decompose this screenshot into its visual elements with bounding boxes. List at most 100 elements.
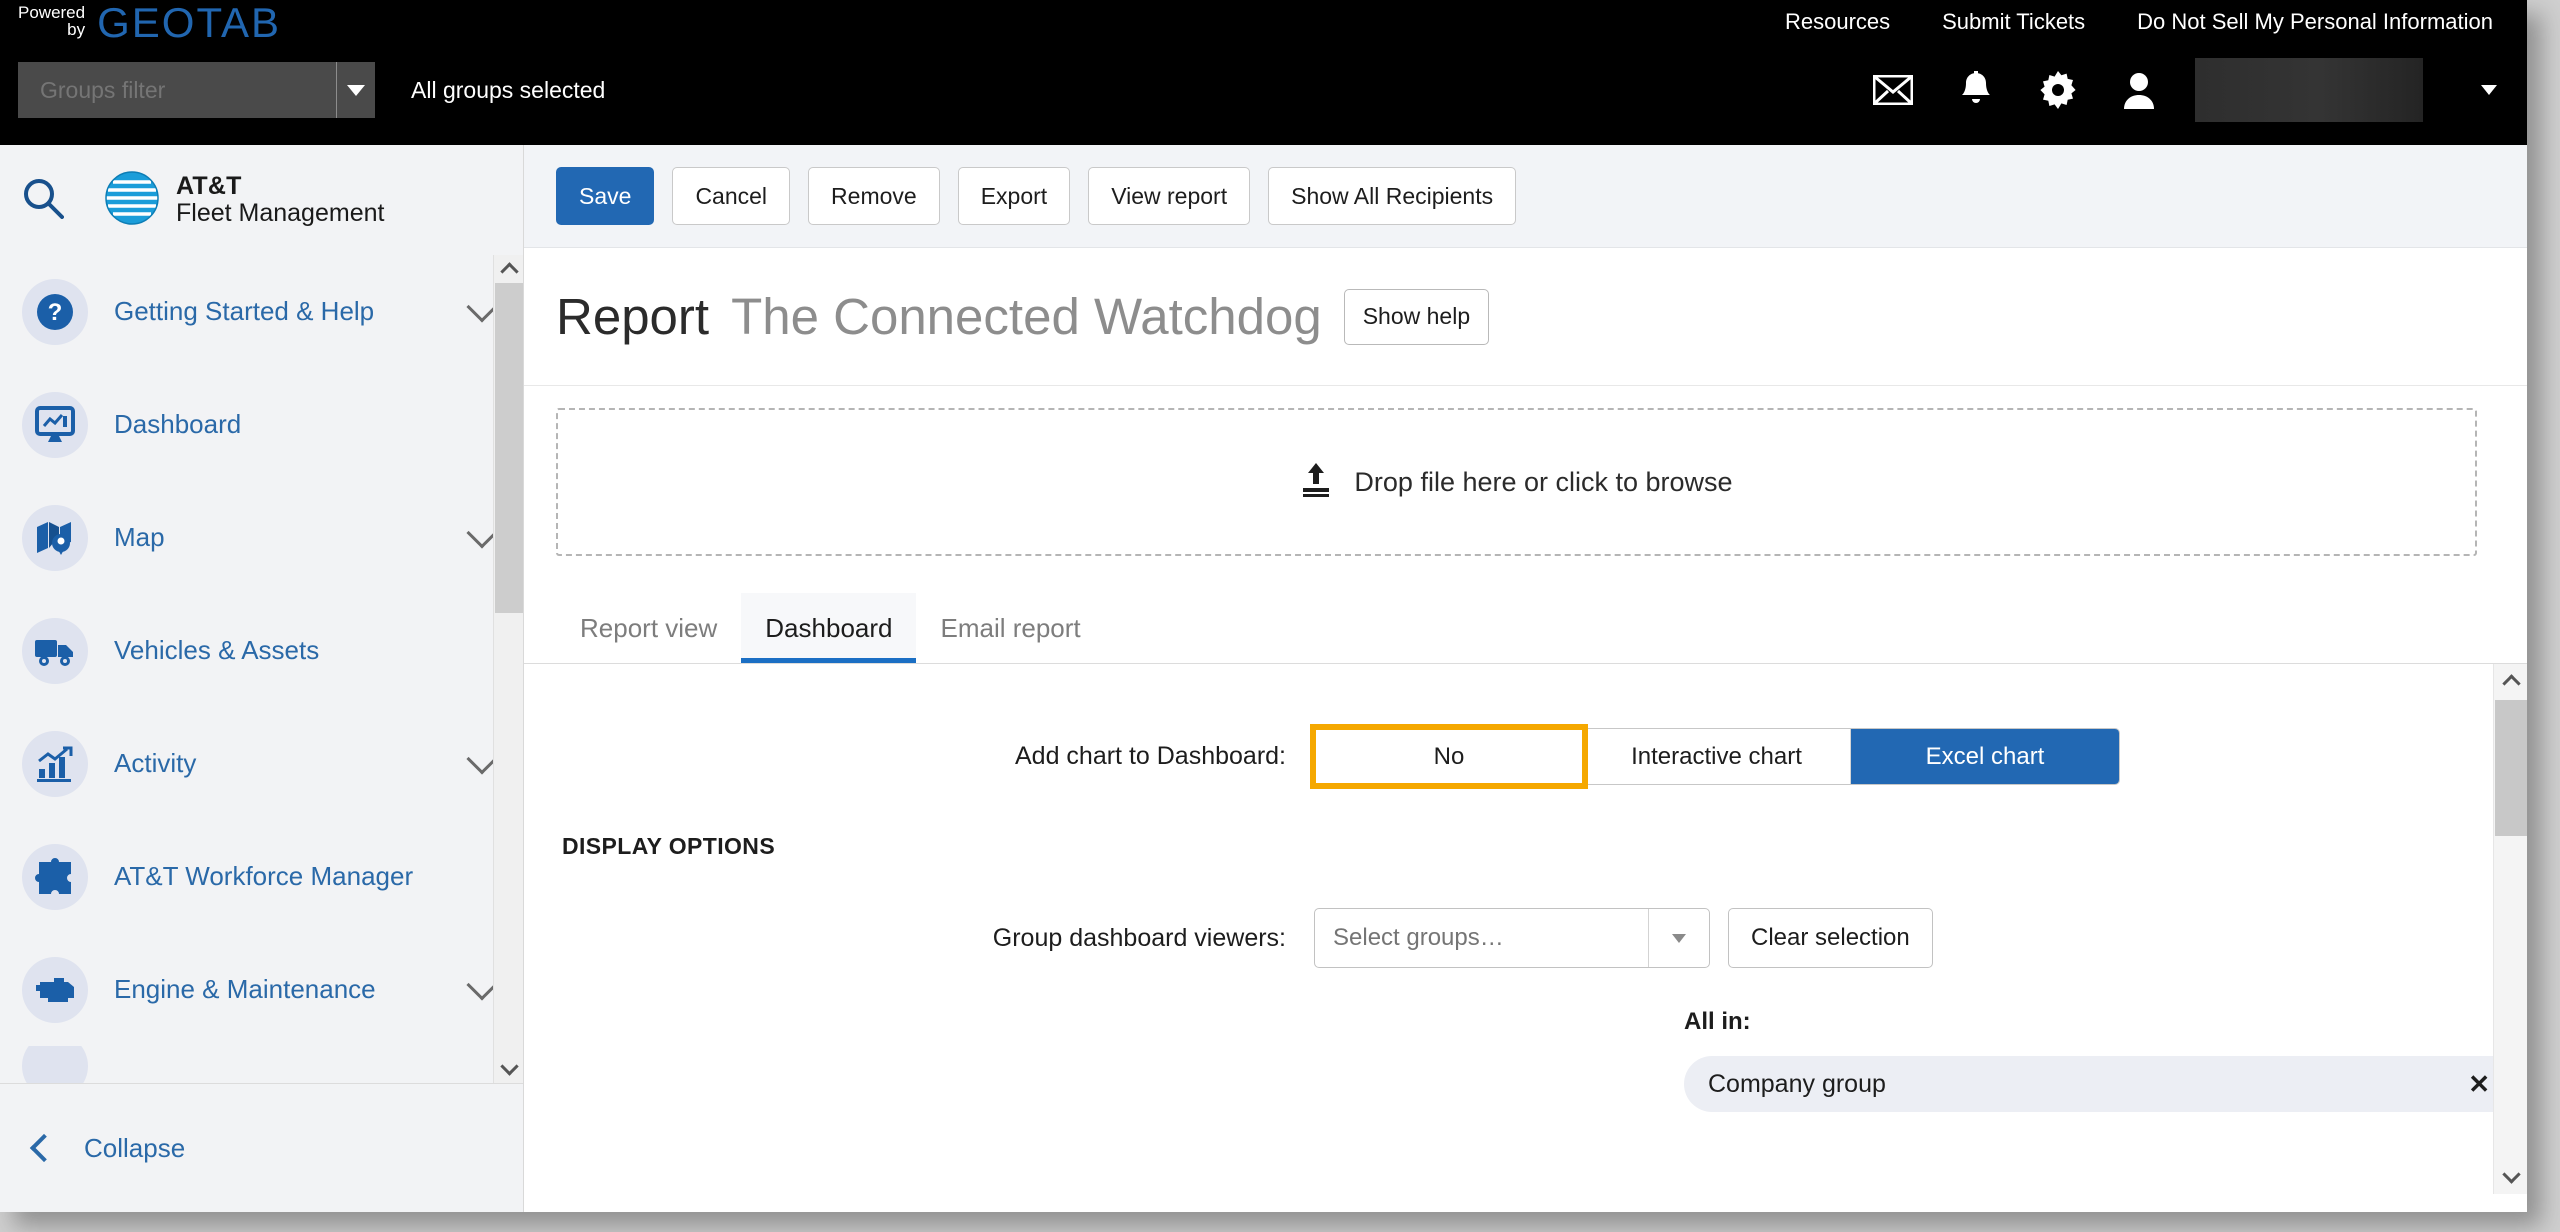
groups-filter-area: All groups selected: [18, 62, 605, 118]
display-options-heading: DISPLAY OPTIONS: [562, 833, 776, 859]
gear-icon[interactable]: [2039, 71, 2077, 109]
page-subtitle: The Connected Watchdog: [731, 288, 1322, 345]
dropzone-wrapper: Drop file here or click to browse: [524, 386, 2527, 556]
sidebar-item-dashboard[interactable]: Dashboard: [0, 368, 523, 481]
sidebar-scroll-down-button[interactable]: [494, 1055, 523, 1083]
group-dashboard-viewers-row: Group dashboard viewers: Clear selection: [524, 908, 2481, 968]
file-dropzone[interactable]: Drop file here or click to browse: [556, 408, 2477, 556]
groups-filter-control[interactable]: [18, 62, 375, 118]
user-icon[interactable]: [2123, 71, 2155, 109]
truck-icon: [22, 617, 88, 684]
group-viewers-select[interactable]: [1314, 908, 1710, 968]
tab-bar: Report view Dashboard Email report: [524, 593, 2527, 664]
chip-label: Company group: [1708, 1069, 1886, 1098]
content-scrollbar[interactable]: [2493, 664, 2527, 1194]
link-resources[interactable]: Resources: [1785, 9, 1890, 35]
sidebar-item-engine-maintenance[interactable]: Engine & Maintenance: [0, 933, 523, 1046]
sidebar-item-workforce-manager[interactable]: AT&T Workforce Manager: [0, 820, 523, 933]
action-toolbar: Save Cancel Remove Export View report Sh…: [524, 145, 2527, 248]
chevron-down-icon: [346, 84, 365, 96]
chart-option-interactive-chart[interactable]: Interactive chart: [1583, 729, 1851, 784]
link-submit-tickets[interactable]: Submit Tickets: [1942, 9, 2085, 35]
question-circle-icon: ?: [22, 278, 88, 345]
chart-option-excel-chart[interactable]: Excel chart: [1851, 729, 2119, 784]
tab-email-report[interactable]: Email report: [916, 593, 1104, 663]
sidebar-scroll-up-button[interactable]: [494, 255, 523, 283]
view-report-button[interactable]: View report: [1088, 167, 1251, 225]
dropzone-label: Drop file here or click to browse: [1354, 466, 1733, 497]
content-scrollbar-thumb[interactable]: [2495, 700, 2527, 836]
partial-icon: [22, 1046, 88, 1083]
add-chart-row: Add chart to Dashboard: No Interactive c…: [524, 724, 2481, 789]
att-fleet-logo: AT&T Fleet Management: [104, 170, 384, 231]
att-globe-icon: [104, 170, 160, 231]
sidebar-item-label: Engine & Maintenance: [114, 974, 376, 1004]
content-scroll-down-button[interactable]: [2494, 1160, 2527, 1194]
user-name-field[interactable]: [2195, 58, 2423, 122]
export-button[interactable]: Export: [957, 167, 1071, 225]
groups-filter-dropdown-button[interactable]: [337, 62, 375, 118]
chevron-up-icon: [2501, 674, 2521, 693]
search-icon[interactable]: [22, 177, 64, 224]
engine-icon: [22, 956, 88, 1023]
dashboard-form-scroll: Add chart to Dashboard: No Interactive c…: [524, 664, 2527, 1194]
cancel-button[interactable]: Cancel: [672, 167, 791, 225]
content-scroll-up-button[interactable]: [2494, 664, 2527, 698]
clear-selection-button[interactable]: Clear selection: [1728, 908, 1933, 968]
att-brand-line: AT&T: [176, 172, 242, 200]
collapse-label: Collapse: [84, 1132, 186, 1163]
sidebar-scrollbar[interactable]: [493, 255, 523, 1083]
main-content: Save Cancel Remove Export View report Sh…: [524, 145, 2527, 1212]
chevron-down-icon: [1672, 933, 1686, 943]
upload-icon: [1300, 462, 1332, 503]
sidebar-scrollbar-thumb[interactable]: [495, 283, 523, 613]
main-body: AT&T Fleet Management ? Getting Started …: [0, 145, 2527, 1212]
geotab-wordmark: GEOTAB: [97, 0, 282, 46]
sidebar-item-vehicles-assets[interactable]: Vehicles & Assets: [0, 594, 523, 707]
save-button[interactable]: Save: [556, 167, 655, 225]
group-chip: Company group ✕: [1684, 1056, 2522, 1112]
show-help-button[interactable]: Show help: [1343, 288, 1490, 345]
close-icon[interactable]: ✕: [2468, 1071, 2490, 1097]
sidebar-item-getting-started[interactable]: ? Getting Started & Help: [0, 255, 523, 368]
svg-text:?: ?: [48, 299, 63, 326]
sidebar-item-label: Activity: [114, 748, 197, 778]
user-menu-chevron-down-icon[interactable]: [2481, 85, 2497, 95]
chevron-down-icon: [499, 1057, 519, 1076]
powered-line1: Powered: [18, 3, 86, 22]
top-nav-links: Resources Submit Tickets Do Not Sell My …: [1785, 0, 2493, 44]
sidebar-item-activity[interactable]: Activity: [0, 707, 523, 820]
application-window: Powered by GEOTAB Resources Submit Ticke…: [0, 0, 2527, 1212]
group-viewers-dropdown-button[interactable]: [1649, 933, 1709, 943]
link-do-not-sell[interactable]: Do Not Sell My Personal Information: [2137, 9, 2493, 35]
sidebar-header: AT&T Fleet Management: [0, 145, 523, 255]
sidebar-item-partial-next[interactable]: [0, 1046, 523, 1083]
top-header-bar: Powered by GEOTAB Resources Submit Ticke…: [0, 0, 2527, 145]
chevron-up-icon: [499, 262, 519, 281]
top-icon-bar: [1873, 58, 2497, 122]
dashboard-monitor-icon: [22, 391, 88, 458]
tab-dashboard[interactable]: Dashboard: [741, 593, 917, 663]
sidebar-collapse-button[interactable]: Collapse: [0, 1083, 523, 1212]
map-pin-icon: [22, 504, 88, 571]
sidebar-item-label: Getting Started & Help: [114, 296, 375, 326]
add-chart-label: Add chart to Dashboard:: [1015, 742, 1286, 770]
group-viewers-input[interactable]: [1315, 924, 1648, 952]
bell-icon[interactable]: [1959, 71, 1993, 109]
remove-button[interactable]: Remove: [808, 167, 940, 225]
bar-chart-icon: [22, 730, 88, 797]
sidebar-item-label: Dashboard: [114, 409, 242, 439]
groups-filter-input[interactable]: [18, 62, 336, 118]
left-sidebar: AT&T Fleet Management ? Getting Started …: [0, 145, 524, 1212]
mail-icon[interactable]: [1873, 75, 1913, 105]
powered-by-label: Powered by: [18, 4, 85, 44]
show-all-recipients-button[interactable]: Show All Recipients: [1268, 167, 1517, 225]
sidebar-item-map[interactable]: Map: [0, 481, 523, 594]
add-chart-toggle-group: No Interactive chart Excel chart: [1310, 724, 2120, 789]
chevron-left-icon: [29, 1133, 59, 1163]
powered-line2: by: [67, 20, 86, 39]
tab-report-view[interactable]: Report view: [556, 593, 741, 663]
dashboard-tab-pane: Add chart to Dashboard: No Interactive c…: [524, 664, 2527, 1194]
chart-option-no[interactable]: No: [1310, 724, 1588, 789]
sidebar-item-label: Vehicles & Assets: [114, 635, 320, 665]
